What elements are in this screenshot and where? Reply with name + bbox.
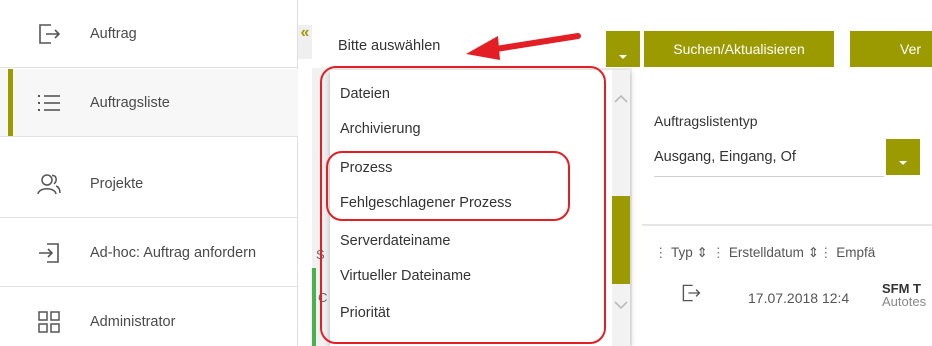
column-header-empfaenger[interactable]: Empfä (836, 245, 875, 260)
scrollbar-thumb[interactable] (612, 196, 630, 284)
sidebar: Auftrag Auftragsliste Projekte Ad-hoc: A… (0, 0, 298, 346)
sort-icon[interactable]: ⇕ (808, 245, 819, 260)
dropdown-option[interactable]: Prozess (340, 160, 392, 176)
chevron-down-icon[interactable] (612, 298, 630, 312)
list-type-select[interactable]: Ausgang, Eingang, Of (654, 137, 884, 177)
dropdown-option[interactable]: Dateien (340, 86, 390, 102)
field-dropdown-list: Dateien Archivierung Prozess Fehlgeschla… (330, 70, 630, 346)
dropdown-toggle-button[interactable] (606, 31, 640, 67)
sidebar-item-label: Ad-hoc: Auftrag anfordern (90, 244, 257, 261)
list-type-label: Auftragslistentyp (654, 113, 758, 129)
ver-button[interactable]: Ver (850, 31, 932, 67)
dropdown-option[interactable]: Fehlgeschlagener Prozess (340, 195, 512, 211)
list-icon (36, 90, 62, 116)
column-header-erstelldatum[interactable]: Erstelldatum (729, 245, 804, 260)
dropdown-option[interactable]: Priorität (340, 305, 390, 321)
row-date: 17.07.2018 12:4 (748, 290, 850, 306)
login-arrow-icon (36, 240, 62, 266)
sidebar-item-adhoc[interactable]: Ad-hoc: Auftrag anfordern (0, 219, 298, 287)
caret-down-icon (899, 161, 907, 165)
row-recipient-sub: Autotes (882, 294, 927, 309)
logout-arrow-icon (680, 282, 702, 309)
sidebar-item-label: Auftrag (90, 25, 137, 42)
collapse-sidebar-button[interactable]: « (298, 25, 312, 59)
dropdown-option[interactable]: Serverdateiname (340, 233, 450, 249)
sidebar-item-label: Projekte (90, 175, 144, 192)
status-indicator (312, 268, 316, 346)
column-letter: S (316, 247, 325, 262)
table-row[interactable]: 17.07.2018 12:4 SFM T Autotes (654, 278, 932, 328)
search-refresh-button[interactable]: Suchen/Aktualisieren (644, 31, 834, 67)
users-icon (36, 171, 62, 197)
sidebar-item-administrator[interactable]: Administrator (0, 288, 298, 346)
sort-icon[interactable]: ⇕ (697, 245, 708, 260)
logout-arrow-icon (36, 21, 62, 47)
list-type-toggle-button[interactable] (886, 139, 920, 175)
sidebar-item-projekte[interactable]: Projekte (0, 150, 298, 218)
divider (642, 224, 932, 226)
sidebar-item-auftrag[interactable]: Auftrag (0, 0, 298, 68)
column-header-typ[interactable]: Typ (671, 245, 693, 260)
column-letter: C (318, 290, 328, 305)
select-placeholder[interactable]: Bitte auswählen (338, 38, 440, 54)
sidebar-item-label: Auftragsliste (90, 94, 170, 111)
dropdown-option[interactable]: Virtueller Dateiname (340, 268, 471, 284)
dropdown-option[interactable]: Archivierung (340, 121, 421, 137)
sidebar-item-auftragsliste[interactable]: Auftragsliste (0, 69, 298, 137)
table-header: ⋮ Typ ⇕ ⋮ Erstelldatum ⇕⋮ Empfä (654, 245, 876, 260)
sidebar-item-label: Administrator (90, 314, 176, 330)
caret-down-icon (619, 55, 627, 59)
chevron-up-icon[interactable] (612, 92, 630, 106)
grid-icon (36, 309, 62, 335)
